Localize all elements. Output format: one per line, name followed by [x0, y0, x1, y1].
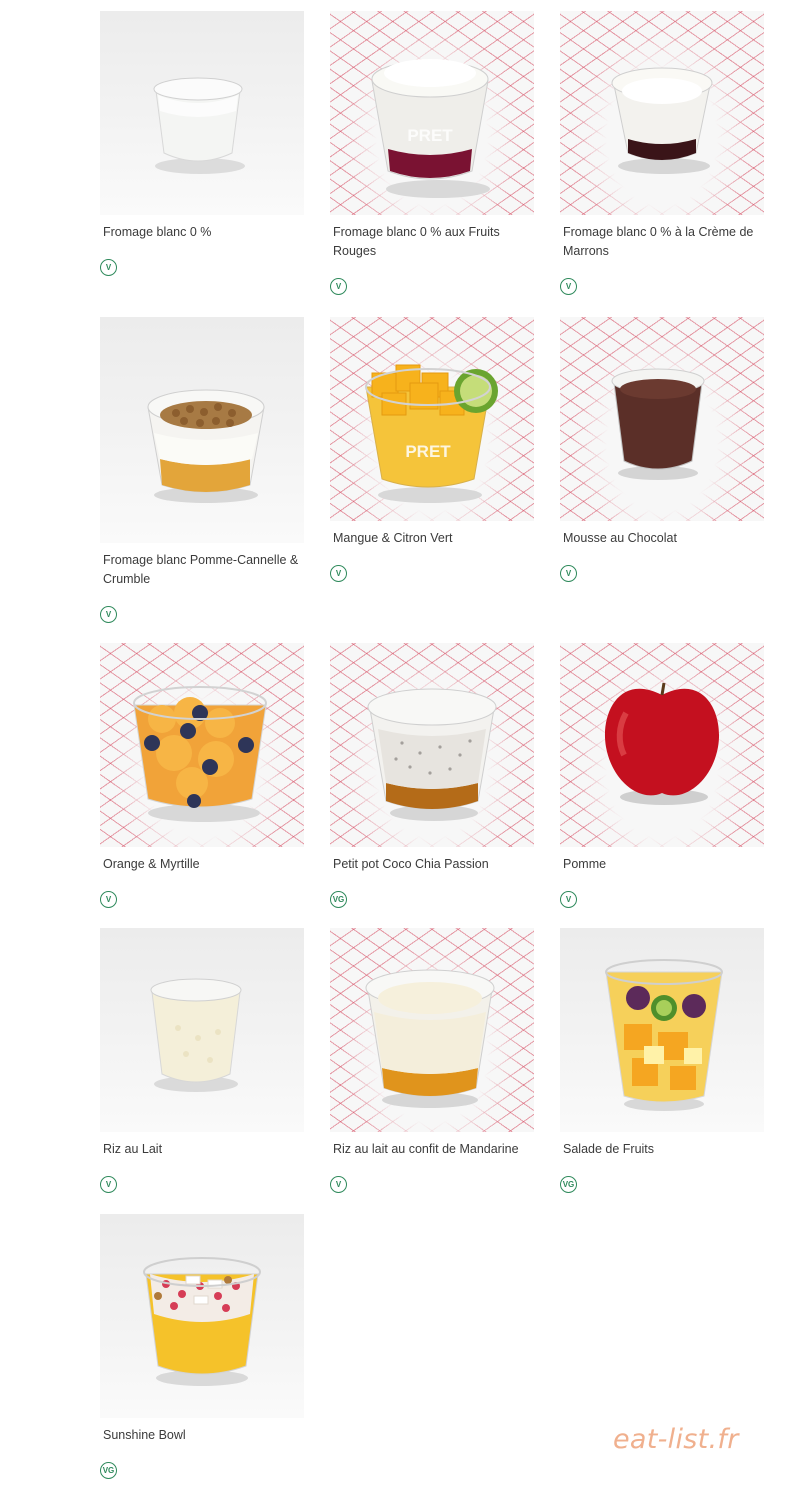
product-card[interactable]: Petit pot Coco Chia Passion VG: [330, 643, 534, 908]
product-name[interactable]: Orange & Myrtille: [103, 855, 308, 874]
product-name[interactable]: Fromage blanc 0 % aux Fruits Rouges: [333, 223, 538, 261]
product-image[interactable]: [560, 928, 764, 1132]
product-image[interactable]: [330, 643, 534, 847]
product-name[interactable]: Pomme: [563, 855, 768, 874]
vegetarian-badge-icon: V: [560, 278, 577, 295]
product-card[interactable]: Salade de Fruits VG: [560, 928, 764, 1193]
product-image[interactable]: PRET: [330, 317, 534, 521]
product-image[interactable]: [100, 317, 304, 543]
product-name[interactable]: Salade de Fruits: [563, 1140, 768, 1159]
product-image[interactable]: [330, 928, 534, 1132]
product-card[interactable]: PRET Mangue & Citron Vert V: [330, 317, 534, 582]
product-image[interactable]: [560, 643, 764, 847]
vegetarian-badge-icon: V: [100, 891, 117, 908]
product-image[interactable]: [100, 1214, 304, 1418]
cup-brand-label: PRET: [405, 442, 451, 461]
watermark: eat-list.fr: [613, 1424, 739, 1455]
vegetarian-badge-icon: V: [560, 891, 577, 908]
product-card[interactable]: Fromage blanc 0 % V: [100, 11, 304, 276]
product-name[interactable]: Mousse au Chocolat: [563, 529, 768, 548]
product-card[interactable]: Mousse au Chocolat V: [560, 317, 764, 582]
vegan-badge-icon: VG: [100, 1462, 117, 1479]
vegan-badge-icon: VG: [560, 1176, 577, 1193]
product-image[interactable]: [100, 928, 304, 1132]
product-image[interactable]: [560, 11, 764, 215]
vegetarian-badge-icon: V: [560, 565, 577, 582]
cup-brand-label: PRET: [407, 126, 453, 145]
product-image[interactable]: [100, 643, 304, 847]
product-card[interactable]: Orange & Myrtille V: [100, 643, 304, 908]
product-name[interactable]: Petit pot Coco Chia Passion: [333, 855, 538, 874]
vegetarian-badge-icon: V: [330, 1176, 347, 1193]
product-card[interactable]: Riz au Lait V: [100, 928, 304, 1193]
product-name[interactable]: Fromage blanc 0 % à la Crème de Marrons: [563, 223, 768, 261]
product-card[interactable]: Sunshine Bowl VG: [100, 1214, 304, 1479]
vegetarian-badge-icon: V: [100, 606, 117, 623]
product-image[interactable]: [560, 317, 764, 521]
vegetarian-badge-icon: V: [330, 278, 347, 295]
product-image[interactable]: PRET: [330, 11, 534, 215]
product-card[interactable]: Riz au lait au confit de Mandarine V: [330, 928, 534, 1193]
vegetarian-badge-icon: V: [100, 259, 117, 276]
product-card[interactable]: Pomme V: [560, 643, 764, 908]
product-name[interactable]: Riz au Lait: [103, 1140, 308, 1159]
vegan-badge-icon: VG: [330, 891, 347, 908]
product-card[interactable]: PRET Fromage blanc 0 % aux Fruits Rouges…: [330, 11, 534, 295]
product-name[interactable]: Mangue & Citron Vert: [333, 529, 538, 548]
product-card[interactable]: Fromage blanc 0 % à la Crème de Marrons …: [560, 11, 764, 295]
product-name[interactable]: Fromage blanc 0 %: [103, 223, 308, 242]
product-image[interactable]: [100, 11, 304, 215]
product-name[interactable]: Fromage blanc Pomme-Cannelle & Crumble: [103, 551, 308, 589]
product-name[interactable]: Sunshine Bowl: [103, 1426, 308, 1445]
vegetarian-badge-icon: V: [330, 565, 347, 582]
product-card[interactable]: Fromage blanc Pomme-Cannelle & Crumble V: [100, 317, 304, 623]
product-name[interactable]: Riz au lait au confit de Mandarine: [333, 1140, 538, 1159]
vegetarian-badge-icon: V: [100, 1176, 117, 1193]
